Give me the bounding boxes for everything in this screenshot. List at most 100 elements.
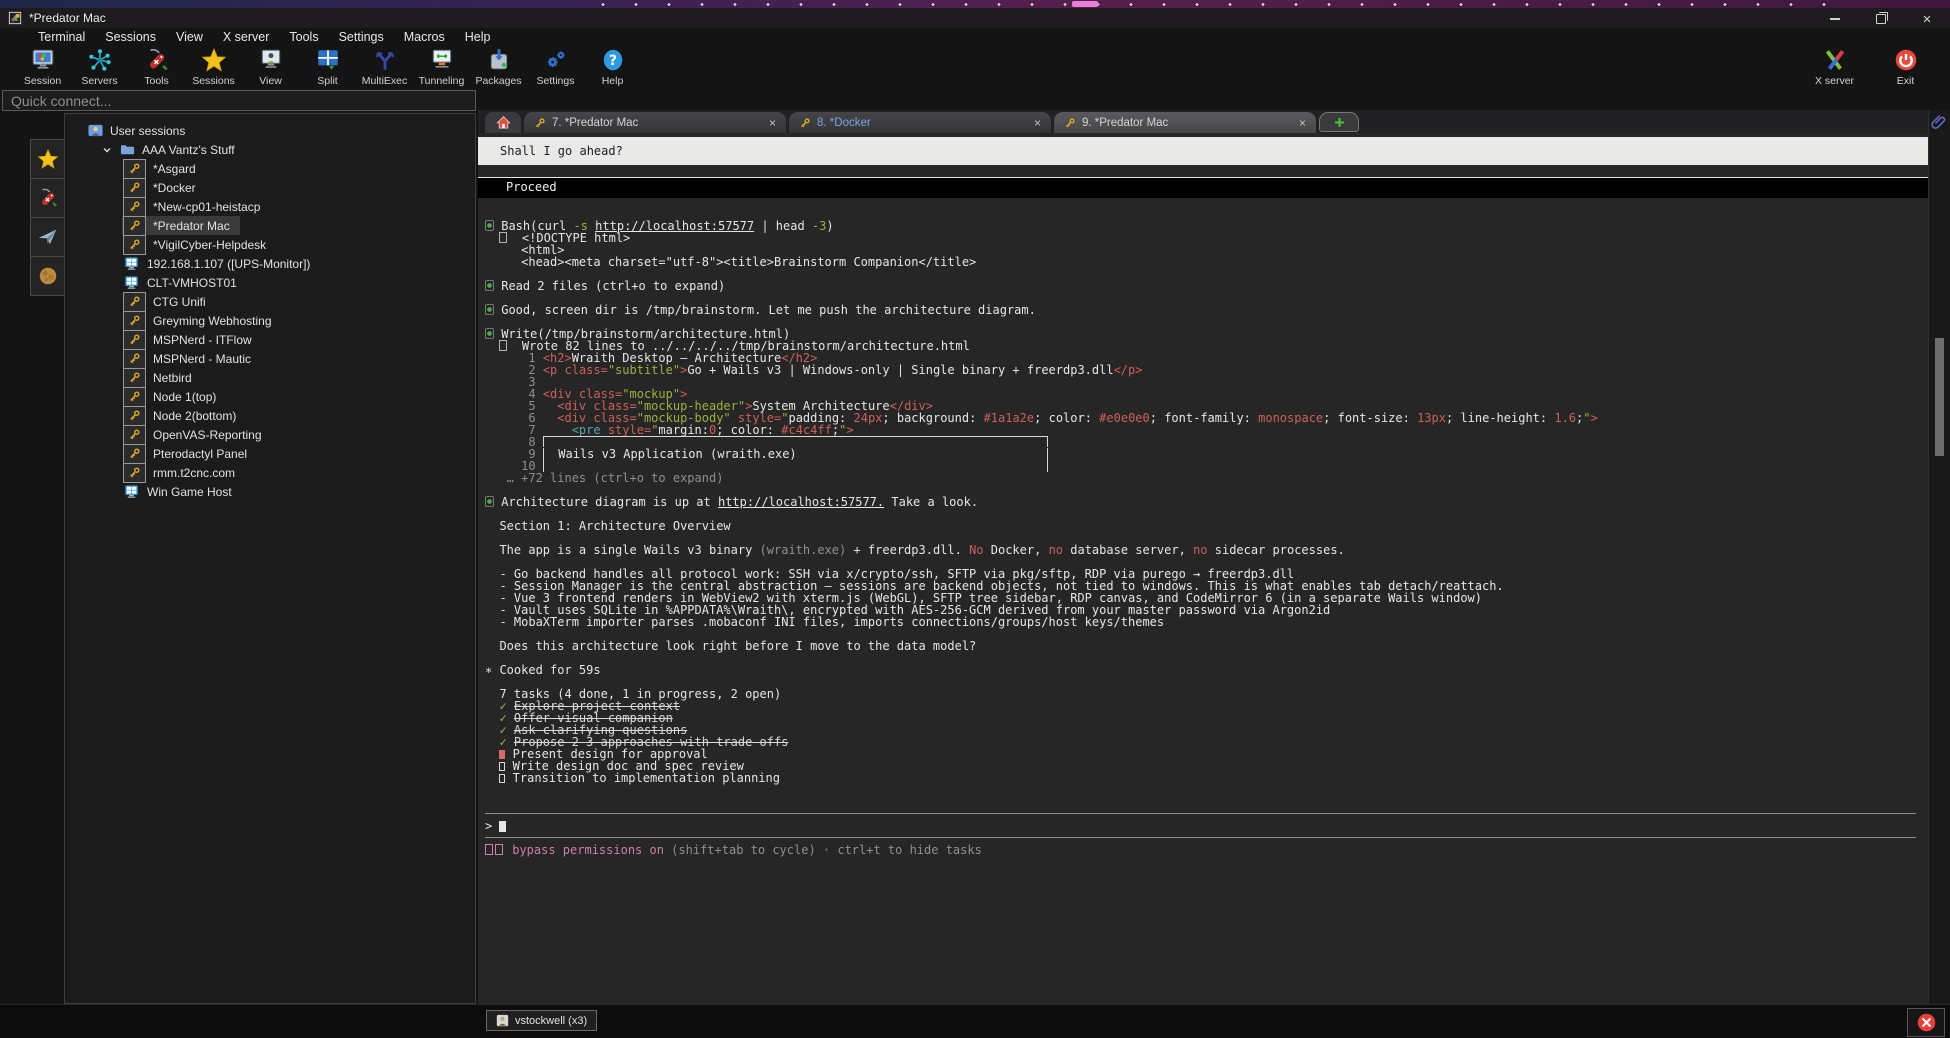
key-icon (128, 333, 141, 346)
kill-terminal-button[interactable] (1907, 1008, 1945, 1037)
tab-close-icon[interactable]: × (769, 116, 776, 130)
menu-tools[interactable]: Tools (279, 30, 328, 45)
toolbar-multiexec-button[interactable]: MultiExec (356, 47, 413, 89)
globe-icon (37, 265, 59, 287)
session-item-rmm-t2cnc-com[interactable]: rmm.t2cnc.com (65, 463, 475, 482)
session-item-label: OpenVAS-Reporting (153, 428, 262, 442)
menu-sessions[interactable]: Sessions (95, 30, 166, 45)
toolbar-servers-button[interactable]: Servers (71, 47, 128, 89)
toolbar-exit-button[interactable]: Exit (1877, 47, 1934, 89)
session-item-192-168-1-107-ups-monitor[interactable]: 192.168.1.107 ([UPS-Monitor]) (65, 254, 475, 273)
toolbar-right-group: X server Exit (1806, 47, 1950, 89)
session-item-clt-vmhost01[interactable]: CLT-VMHOST01 (65, 273, 475, 292)
session-item-label: *Predator Mac (153, 219, 230, 233)
tab-7-predator-mac[interactable]: 7. *Predator Mac× (524, 112, 786, 133)
session-item-docker[interactable]: *Docker (65, 178, 475, 197)
terminal-segment-w: ; font-size: (1323, 411, 1417, 425)
tab-close-icon[interactable]: × (1299, 116, 1306, 130)
menu-terminal[interactable]: Terminal (28, 30, 95, 45)
terminal-segment-w: Does this architecture look right before… (485, 639, 976, 653)
key-icon (534, 117, 546, 129)
toolbar-x-server-button[interactable]: X server (1806, 47, 1863, 89)
paperclip-icon[interactable] (1930, 113, 1948, 131)
session-item-mspnerd-mautic[interactable]: MSPNerd - Mautic (65, 349, 475, 368)
session-item-inner: Greyming Webhosting (122, 311, 282, 330)
toolbar-session-button[interactable]: Session (14, 47, 71, 89)
terminal-segment-red: no (1193, 543, 1207, 557)
toolbar-settings-button[interactable]: Settings (527, 47, 584, 89)
terminal-segment-w: Good, screen dir is /tmp/brainstorm. Let… (494, 303, 1036, 317)
session-item-node-2-bottom[interactable]: Node 2(bottom) (65, 406, 475, 425)
tab-close-icon[interactable]: × (1034, 116, 1041, 130)
menu-macros[interactable]: Macros (394, 30, 455, 45)
toolbar-help-button[interactable]: ?Help (584, 47, 641, 89)
sidebar-strip-globe[interactable] (30, 256, 66, 296)
session-item-label: *Asgard (153, 162, 196, 176)
terminal-screen[interactable]: Shall I go ahead?Proceed Bash(curl -s ht… (478, 133, 1928, 1005)
tree-root-user-sessions[interactable]: User sessions (65, 121, 475, 140)
bottom-status-bar: vstockwell (x3) (0, 1004, 1950, 1038)
session-item-ctg-unifi[interactable]: CTG Unifi (65, 292, 475, 311)
session-item-openvas-reporting[interactable]: OpenVAS-Reporting (65, 425, 475, 444)
session-item-pterodactyl-panel[interactable]: Pterodactyl Panel (65, 444, 475, 463)
minimize-button[interactable] (1812, 8, 1858, 30)
sidebar-strip-plane[interactable] (30, 217, 66, 257)
close-circle-icon (1916, 1012, 1937, 1033)
scrollbar-thumb[interactable] (1935, 338, 1944, 456)
toolbar-tools-button[interactable]: Tools (128, 47, 185, 89)
session-item-predator-mac[interactable]: *Predator Mac (65, 216, 475, 235)
terminal-segment-red: No (969, 543, 983, 557)
session-item-vigilcyber-helpdesk[interactable]: *VigilCyber-Helpdesk (65, 235, 475, 254)
session-item-inner: Node 1(top) (122, 387, 226, 406)
ssh-key-iconbox (123, 463, 146, 483)
quick-connect-input[interactable] (2, 90, 476, 111)
sidebar-strip-star[interactable] (30, 139, 66, 179)
user-session-button[interactable]: vstockwell (x3) (486, 1010, 597, 1031)
menu-view[interactable]: View (166, 30, 213, 45)
session-item-node-1-top[interactable]: Node 1(top) (65, 387, 475, 406)
ssh-key-iconbox (123, 349, 146, 369)
star-icon (201, 47, 227, 73)
sidebar-strip-knife[interactable] (30, 178, 66, 218)
user-icon (496, 1014, 509, 1027)
restore-button[interactable] (1858, 8, 1904, 30)
terminal-segment-w: ∗ Cooked for 59s (485, 663, 601, 677)
chev-icon[interactable] (101, 144, 113, 156)
terminal-segment-red: monospace (1258, 411, 1323, 425)
tab-9-predator-mac[interactable]: 9. *Predator Mac× (1054, 112, 1316, 133)
terminal-segment-w: Take a look. (884, 495, 978, 509)
terminal-segment-w (543, 423, 572, 437)
session-item-win-game-host[interactable]: Win Game Host (65, 482, 475, 501)
terminal-blank-line (478, 652, 1928, 664)
close-button[interactable]: × (1904, 8, 1950, 30)
session-item-netbird[interactable]: Netbird (65, 368, 475, 387)
session-item-new-cp01-heistacp[interactable]: *New-cp01-heistacp (65, 197, 475, 216)
toolbar-packages-button[interactable]: Packages (470, 47, 527, 89)
toolbar-sessions-button[interactable]: Sessions (185, 47, 242, 89)
terminal-segment-w: | head (754, 219, 812, 233)
toolbar-split-button[interactable]: Split (299, 47, 356, 89)
tree-folder-aaa-vantz-s-stuff[interactable]: AAA Vantz's Stuff (65, 140, 475, 159)
session-item-asgard[interactable]: *Asgard (65, 159, 475, 178)
terminal-segment-b (485, 304, 494, 315)
terminal-segment-w: Go + Wails v3 | Windows-only | Single bi… (687, 363, 1113, 377)
terminal-rule-line (478, 808, 1928, 820)
new-tab-button[interactable] (1319, 112, 1359, 132)
menu-settings[interactable]: Settings (329, 30, 394, 45)
terminal-proceed-box: Proceed (478, 177, 1928, 198)
tab-8-docker[interactable]: 8. *Docker× (789, 112, 1051, 133)
session-item-greyming-webhosting[interactable]: Greyming Webhosting (65, 311, 475, 330)
key-icon (128, 181, 141, 194)
menu-help[interactable]: Help (455, 30, 501, 45)
toolbar-view-button[interactable]: View (242, 47, 299, 89)
toolbar-label: Sessions (192, 75, 235, 87)
session-item-mspnerd-itflow[interactable]: MSPNerd - ITFlow (65, 330, 475, 349)
tab-home[interactable] (485, 112, 521, 133)
key-icon (128, 409, 141, 422)
terminal-segment-cur (499, 821, 506, 832)
toolbar-tunneling-button[interactable]: Tunneling (413, 47, 470, 89)
menu-x-server[interactable]: X server (213, 30, 280, 45)
terminal-segment-b (485, 280, 494, 291)
terminal-tab-bar: 7. *Predator Mac×8. *Docker×9. *Predator… (478, 110, 1928, 133)
key-icon (799, 117, 811, 129)
